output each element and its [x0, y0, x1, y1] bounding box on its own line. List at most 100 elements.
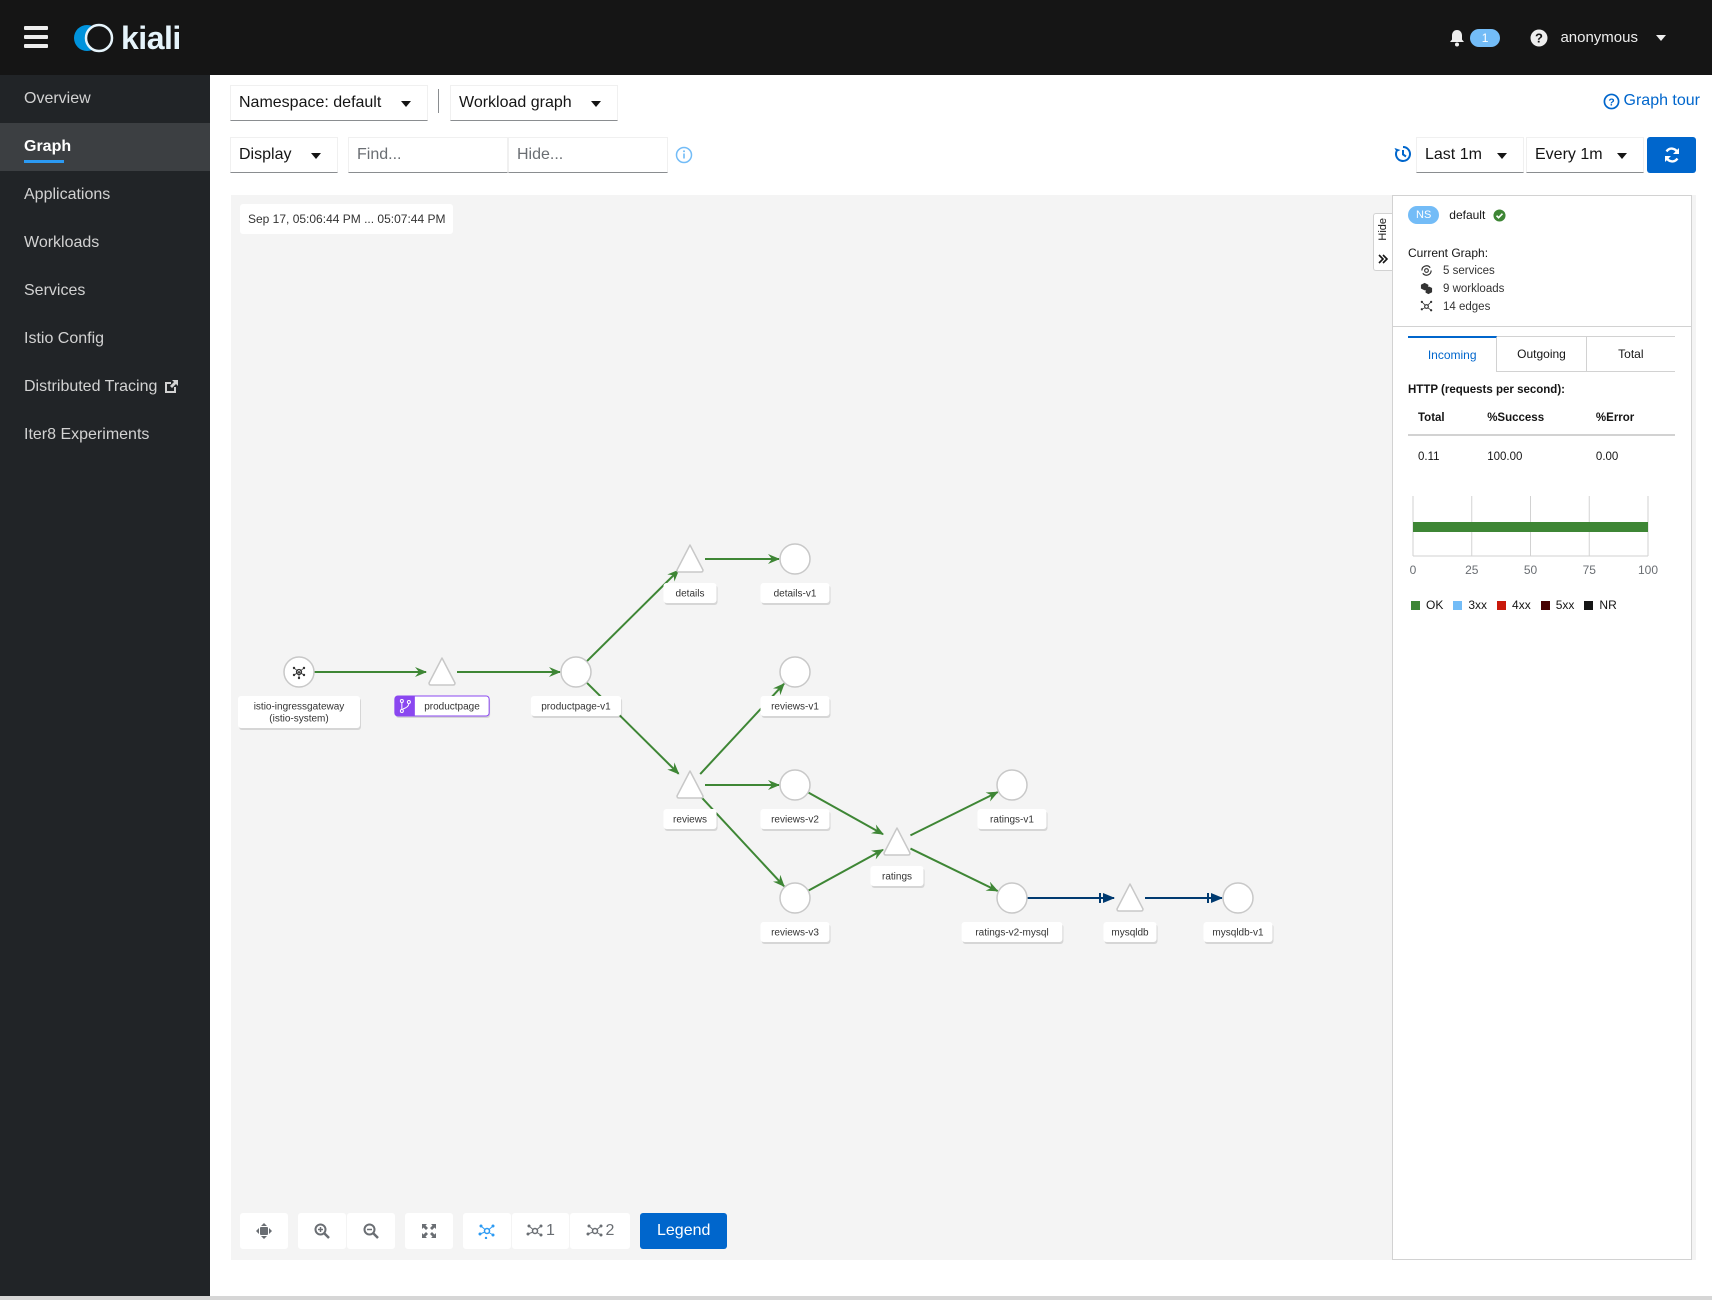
legend-label: NR — [1599, 598, 1617, 612]
sidebar-item-applications[interactable]: Applications — [0, 171, 210, 219]
zoom-out-button[interactable] — [347, 1213, 395, 1249]
graph-node-productpage[interactable]: productpage — [394, 657, 491, 718]
sidebar-item-istio-config[interactable]: Istio Config — [0, 315, 210, 363]
pan-button[interactable] — [240, 1213, 288, 1249]
layout-default-button[interactable] — [463, 1213, 511, 1249]
graph-node-ratings[interactable]: ratings — [870, 827, 925, 888]
external-link-icon — [165, 380, 179, 393]
graph-toolbar: 1 2 Legend — [240, 1213, 728, 1249]
legend-swatch — [1540, 600, 1550, 610]
graph-type-select[interactable]: Workload graph — [450, 85, 618, 121]
refresh-icon — [1664, 147, 1679, 163]
sidebar-item-overview[interactable]: Overview — [0, 75, 210, 123]
hamburger-menu-icon[interactable] — [24, 26, 48, 48]
hide-input-placeholder: Hide... — [517, 146, 564, 163]
zoom-in-icon — [314, 1223, 330, 1239]
chevron-down-icon — [401, 101, 411, 107]
panel-divider — [1393, 326, 1691, 327]
sidebar-item-workloads[interactable]: Workloads — [0, 219, 210, 267]
graph-node-details-v1[interactable]: details-v1 — [760, 543, 831, 605]
app-name: kiali — [121, 19, 181, 56]
display-select[interactable]: Display — [230, 137, 338, 173]
notification-bell-icon[interactable] — [1448, 29, 1466, 47]
sidebar-item-label: Applications — [24, 186, 111, 203]
graph-node-mysqldb-v1[interactable]: mysqldb-v1 — [1203, 882, 1274, 944]
graph-node-ratings-v2-mysql[interactable]: ratings-v2-mysql — [961, 882, 1064, 944]
svg-text:?: ? — [1535, 30, 1543, 45]
graph-tour-link[interactable]: ? Graph tour — [1603, 92, 1700, 110]
bar-ok — [1413, 522, 1648, 532]
x-tick-label: 100 — [1638, 563, 1658, 577]
sidebar-nav: Overview Graph Applications Workloads Se… — [0, 75, 210, 1300]
node-label: reviews-v1 — [771, 702, 819, 713]
history-icon[interactable] — [1393, 144, 1413, 164]
graph-tour-label: Graph tour — [1623, 92, 1700, 109]
graph-node-productpage-v1[interactable]: productpage-v1 — [530, 656, 623, 718]
user-menu[interactable]: anonymous — [1560, 29, 1638, 46]
layout-2-button[interactable]: 2 — [570, 1213, 630, 1249]
sidebar-item-label: Services — [24, 282, 86, 299]
legend-item-ok: OK — [1411, 598, 1443, 612]
node-label: reviews-v2 — [771, 815, 819, 826]
svg-text:?: ? — [1608, 97, 1614, 108]
fit-to-screen-button[interactable] — [405, 1213, 453, 1249]
node-label: productpage — [424, 702, 480, 713]
refresh-button[interactable] — [1647, 137, 1696, 173]
sidebar-item-iter8-experiments[interactable]: Iter8 Experiments — [0, 411, 210, 459]
layout-1-label: 1 — [546, 1222, 555, 1239]
graph-node-reviews-v3[interactable]: reviews-v3 — [760, 882, 831, 944]
workload-icon — [1420, 282, 1433, 295]
graph-node-mysqldb[interactable]: mysqldb — [1103, 883, 1158, 944]
node-label: mysqldb — [1111, 928, 1149, 939]
sidebar-item-services[interactable]: Services — [0, 267, 210, 315]
node-label: istio-ingressgateway — [254, 702, 345, 713]
graph-node-istio-ingressgateway[interactable]: istio-ingressgateway(istio-system) — [238, 656, 361, 730]
sidebar-item-label: Overview — [24, 90, 91, 107]
node-label: details — [676, 589, 705, 600]
kiali-logo[interactable]: kiali — [71, 20, 181, 56]
sidebar-item-distributed-tracing[interactable]: Distributed Tracing — [0, 363, 210, 411]
sidebar-item-graph[interactable]: Graph — [0, 123, 210, 171]
legend-button[interactable]: Legend — [640, 1213, 728, 1249]
display-select-value: Display — [239, 146, 292, 163]
check-circle-icon — [1493, 208, 1506, 222]
user-menu-caret-icon[interactable] — [1656, 34, 1666, 41]
hide-panel-button[interactable]: Hide — [1373, 213, 1393, 271]
node-label: details-v1 — [774, 589, 817, 600]
node-label: ratings — [882, 872, 912, 883]
graph-node-reviews-v2[interactable]: reviews-v2 — [760, 769, 831, 831]
hide-input[interactable]: Hide... — [508, 137, 668, 173]
namespace-select[interactable]: Namespace: default — [230, 85, 428, 121]
expand-icon — [422, 1224, 436, 1238]
find-input[interactable]: Find... — [348, 137, 508, 173]
tab-incoming[interactable]: Incoming — [1408, 336, 1498, 372]
cell-success: 100.00 — [1487, 451, 1523, 463]
info-icon[interactable] — [675, 146, 693, 164]
notification-badge[interactable]: 1 — [1469, 28, 1501, 47]
layout-1-button[interactable]: 1 — [512, 1213, 569, 1249]
namespace-name[interactable]: default — [1449, 208, 1485, 222]
refresh-interval-select-value: Every 1m — [1535, 146, 1603, 163]
toolbar-divider — [438, 89, 439, 113]
tab-outgoing[interactable]: Outgoing — [1497, 336, 1587, 372]
zoom-in-button[interactable] — [298, 1213, 346, 1249]
http-traffic-table: Total %Success %Error 0.11 100.00 0.00 — [1408, 402, 1675, 478]
http-status-bar-chart: 0 25 50 75 100 — [1410, 496, 1658, 577]
duration-select[interactable]: Last 1m — [1416, 137, 1524, 173]
table-row: 0.11 100.00 0.00 — [1408, 436, 1675, 478]
legend-swatch — [1453, 600, 1463, 610]
help-icon[interactable]: ? — [1530, 29, 1548, 47]
pan-icon — [256, 1223, 272, 1239]
double-chevron-right-icon — [1378, 254, 1388, 264]
graph-svg[interactable]: istio-ingressgateway(istio-system) produc… — [231, 195, 1403, 1260]
tab-total[interactable]: Total — [1586, 336, 1675, 372]
topology-icon — [1420, 300, 1433, 312]
traffic-tabs: Incoming Outgoing Total — [1408, 336, 1675, 372]
graph-node-reviews-v1[interactable]: reviews-v1 — [760, 656, 831, 718]
sidebar-item-label: Iter8 Experiments — [24, 426, 150, 443]
graph-node-reviews[interactable]: reviews — [663, 770, 718, 831]
refresh-interval-select[interactable]: Every 1m — [1526, 137, 1644, 173]
graph-node-details[interactable]: details — [663, 544, 718, 605]
graph-node-ratings-v1[interactable]: ratings-v1 — [977, 769, 1048, 831]
help-circle-icon: ? — [1603, 93, 1619, 109]
